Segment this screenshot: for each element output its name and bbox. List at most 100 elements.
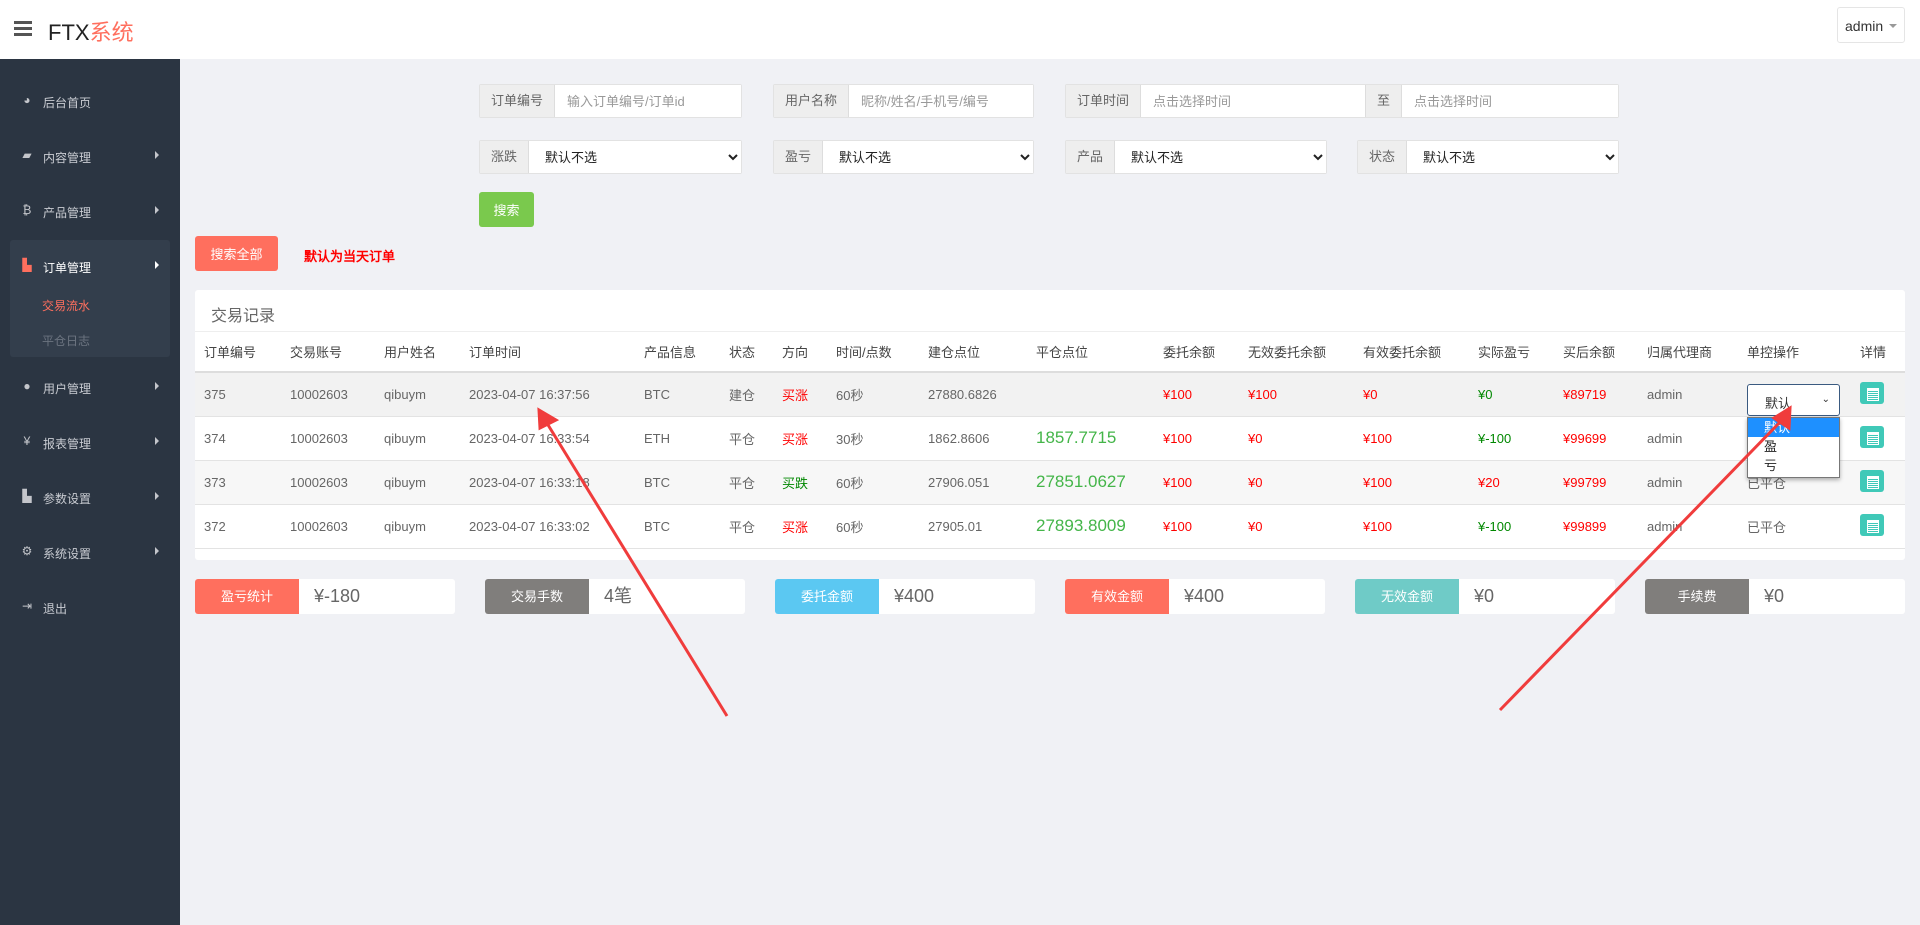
sidebar: ◕ 后台首页 ▰ 内容管理 ₿ 产品管理 ▙ 订单管理 交易流水 平仓日志 ● 用户管理 … <box>0 59 180 925</box>
control-select[interactable]: 默认 ⌄ <box>1747 384 1840 416</box>
cell-invalid: ¥0 <box>1239 504 1354 549</box>
dropdown-option-default[interactable]: 默认 <box>1748 418 1839 437</box>
cell-invalid: ¥100 <box>1239 372 1354 417</box>
chevron-right-icon <box>155 437 159 445</box>
table-row: 373 10002603 qibuym 2023-04-07 16:33:18 BTC 平… <box>195 460 1905 505</box>
sidebar-item-params[interactable]: ▙ 参数设置 <box>0 477 180 517</box>
dropdown-option-loss[interactable]: 亏 <box>1748 456 1839 475</box>
chevron-right-icon <box>155 547 159 555</box>
rise-fall-select[interactable]: 默认不选 <box>529 141 741 173</box>
user-input[interactable] <box>849 85 1033 117</box>
column-header: 委托余额 <box>1154 332 1239 373</box>
stat-box: 手续费 ¥0 <box>1645 579 1905 614</box>
cell-valid: ¥100 <box>1354 460 1469 505</box>
cell-close: 1857.7715 <box>1027 416 1154 461</box>
column-header: 产品信息 <box>635 332 720 373</box>
profit-label: 盈亏 <box>774 141 824 173</box>
chevron-down-icon: ⌄ <box>1821 394 1830 405</box>
cell-product: ETH <box>635 416 720 461</box>
cell-invalid: ¥0 <box>1239 416 1354 461</box>
sidebar-subitem-trade-flow[interactable]: 交易流水 <box>42 297 90 314</box>
sidebar-item-label: 产品管理 <box>43 206 92 220</box>
cell-pnl: ¥-100 <box>1469 504 1554 549</box>
user-label: 用户名称 <box>774 85 850 117</box>
cell-detail <box>1851 460 1905 505</box>
stat-value: ¥400 <box>1184 586 1225 606</box>
column-header: 时间/点数 <box>827 332 919 373</box>
sidebar-item-label: 报表管理 <box>43 437 92 451</box>
detail-icon[interactable] <box>1860 513 1884 536</box>
book-icon: ▰ <box>22 148 32 162</box>
start-time-input[interactable] <box>1141 85 1365 117</box>
cell-after: ¥89719 <box>1554 372 1638 417</box>
chevron-right-icon <box>155 151 159 159</box>
chevron-right-icon <box>155 492 159 500</box>
column-header: 实际盈亏 <box>1469 332 1554 373</box>
cell-pnl: ¥-100 <box>1469 416 1554 461</box>
product-select[interactable]: 默认不选 <box>1115 141 1326 173</box>
sidebar-item-order[interactable]: ▙ 订单管理 <box>0 246 180 286</box>
column-header: 建仓点位 <box>919 332 1027 373</box>
cell-amount: ¥100 <box>1154 460 1239 505</box>
sidebar-item-label: 参数设置 <box>43 492 92 506</box>
column-header: 无效委托余额 <box>1239 332 1354 373</box>
detail-icon[interactable] <box>1860 381 1884 404</box>
cell-name: qibuym <box>375 504 460 549</box>
copy-icon: ▙ <box>22 258 32 272</box>
profit-select[interactable]: 默认不选 <box>823 141 1033 173</box>
sidebar-item-system[interactable]: ⚙ 系统设置 <box>0 532 180 572</box>
stat-label: 有效金额 <box>1065 579 1169 614</box>
sidebar-item-product[interactable]: ₿ 产品管理 <box>0 191 180 231</box>
end-time-input[interactable] <box>1402 85 1618 117</box>
chevron-right-icon <box>155 261 159 269</box>
cell-agent: admin <box>1638 504 1738 549</box>
cell-dur: 60秒 <box>827 372 919 417</box>
top-header: FTX系统 admin <box>0 0 1920 59</box>
sidebar-subitem-close-log[interactable]: 平仓日志 <box>42 332 90 349</box>
detail-icon[interactable] <box>1860 425 1884 448</box>
trade-table: 订单编号 交易账号 用户姓名 订单时间 产品信息 状态 方向 时间/点数 建仓点位 平仓点位 委托余… <box>195 332 1905 549</box>
product-filter: 产品 默认不选 <box>1065 140 1327 174</box>
user-menu-button[interactable]: admin <box>1837 7 1905 43</box>
search-button[interactable]: 搜索 <box>479 192 534 227</box>
logo-accent: 系统 <box>89 20 134 45</box>
sidebar-item-content[interactable]: ▰ 内容管理 <box>0 136 180 176</box>
stat-label: 交易手数 <box>485 579 589 614</box>
stat-label: 委托金额 <box>775 579 879 614</box>
cell-dur: 30秒 <box>827 416 919 461</box>
stat-value: ¥0 <box>1764 586 1785 606</box>
detail-icon[interactable] <box>1860 469 1884 492</box>
cell-time: 2023-04-07 16:37:56 <box>460 372 635 417</box>
sidebar-item-label: 后台首页 <box>43 96 92 110</box>
sidebar-item-label: 系统设置 <box>43 547 92 561</box>
cell-open: 27880.6826 <box>919 372 1027 417</box>
sidebar-item-label: 用户管理 <box>43 382 92 396</box>
logo-text: FTX <box>48 20 90 45</box>
cell-name: qibuym <box>375 416 460 461</box>
menu-toggle-icon[interactable] <box>14 21 32 36</box>
search-all-button[interactable]: 搜索全部 <box>195 236 278 271</box>
cell-detail <box>1851 504 1905 549</box>
user-icon: ● <box>23 379 31 393</box>
rise-fall-label: 涨跌 <box>480 141 530 173</box>
sign-out-icon: ⇥ <box>21 599 33 613</box>
cell-product: BTC <box>635 460 720 505</box>
sidebar-item-logout[interactable]: ⇥ 退出 <box>0 587 180 627</box>
cell-amount: ¥100 <box>1154 504 1239 549</box>
order-no-input[interactable] <box>555 85 741 117</box>
column-header: 订单时间 <box>460 332 635 373</box>
dropdown-option-profit[interactable]: 盈 <box>1748 437 1839 456</box>
cell-id: 375 <box>195 372 281 417</box>
sidebar-item-report[interactable]: ¥ 报表管理 <box>0 422 180 462</box>
cell-id: 374 <box>195 416 281 461</box>
files-icon: ▙ <box>22 489 32 503</box>
status-select[interactable]: 默认不选 <box>1407 141 1618 173</box>
sidebar-item-user[interactable]: ● 用户管理 <box>0 367 180 407</box>
sidebar-item-label: 订单管理 <box>43 261 92 275</box>
sidebar-item-home[interactable]: ◕ 后台首页 <box>0 81 180 121</box>
stat-box: 有效金额 ¥400 <box>1065 579 1325 614</box>
time-filter: 订单时间 至 <box>1065 84 1619 118</box>
table-row: 375 10002603 qibuym 2023-04-07 16:37:56 BTC 建… <box>195 372 1905 417</box>
cell-account: 10002603 <box>281 460 375 505</box>
stat-label: 盈亏统计 <box>195 579 299 614</box>
